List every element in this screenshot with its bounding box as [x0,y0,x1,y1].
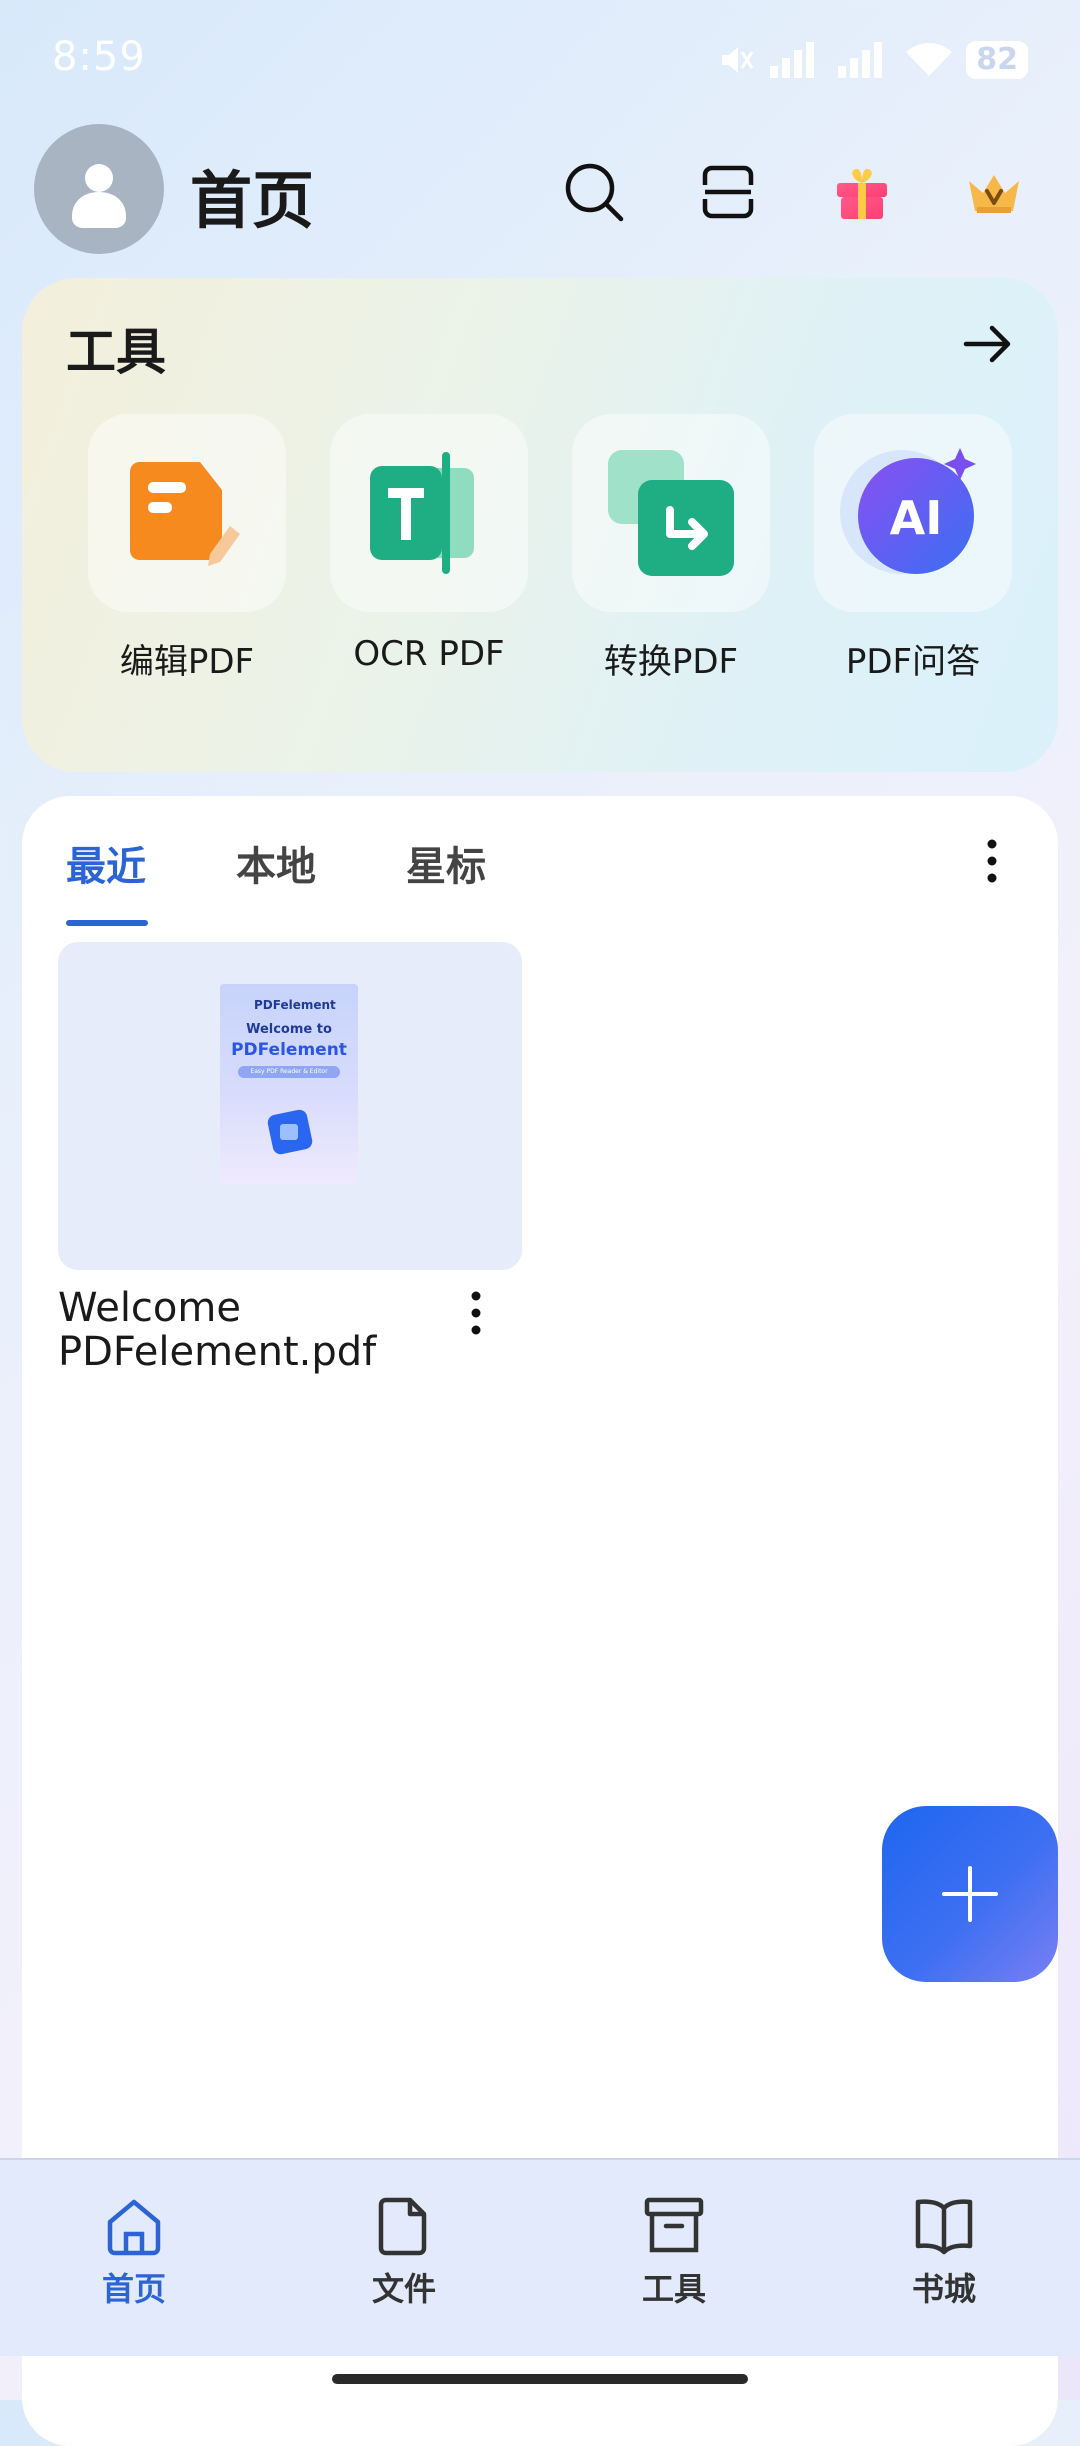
tool-ocr-pdf[interactable] [330,414,528,612]
tool-label-convert: 转换PDF [603,642,739,682]
tool-edit-pdf[interactable] [88,414,286,612]
file-name[interactable]: Welcome PDFelement.pdf [58,1286,438,1374]
nav-home[interactable]: 首页 [54,2194,214,2310]
tools-more-button[interactable] [960,316,1016,376]
nav-tools-label: 工具 [641,2270,706,2308]
ocr-pdf-icon [370,452,474,574]
page-title: 首页 [190,164,315,237]
add-button[interactable] [882,1806,1058,1982]
edit-pdf-icon [130,462,240,566]
gift-icon [837,168,887,219]
status-bar: 8:59 82 [0,0,1080,120]
nav-files[interactable]: 文件 [324,2194,484,2310]
cover-line2: PDFelement [231,1040,347,1060]
nav-home-label: 首页 [101,2270,166,2308]
gesture-bar [332,2374,748,2384]
cover-line1: Welcome to [246,1022,332,1037]
signal-icon-2 [838,42,883,78]
mute-icon [722,47,754,73]
status-time: 8:59 [52,34,146,80]
battery-level: 82 [966,41,1028,79]
tab-recent[interactable]: 最近 [66,834,146,892]
file-thumbnail[interactable]: PDFelement Welcome to PDFelement Easy PD… [58,942,522,1270]
more-vertical-icon [987,839,997,883]
signal-icon [770,42,815,78]
ai-pdf-icon: AI [840,448,976,574]
tool-ai-pdf[interactable]: AI [814,414,1012,612]
tools-title: 工具 [66,323,166,381]
svg-text:AI: AI [890,491,943,545]
tab-local[interactable]: 本地 [236,834,316,892]
file-more-button[interactable] [458,1288,494,1342]
file-name-line2: PDFelement.pdf [58,1329,377,1375]
search-button[interactable] [560,158,628,226]
tab-starred[interactable]: 星标 [406,834,486,892]
nav-files-label: 文件 [371,2270,436,2308]
cover-tag: Easy PDF Reader & Editor [238,1066,340,1078]
tool-convert-pdf[interactable] [572,414,770,612]
scan-icon [702,165,754,219]
user-icon [72,164,126,228]
file-name-line1: Welcome [58,1285,241,1331]
tab-indicator [66,920,148,926]
nav-bookstore[interactable]: 书城 [864,2194,1024,2310]
cover-brand: PDFelement [254,998,336,1012]
vip-button[interactable] [960,158,1028,226]
avatar[interactable] [34,124,164,254]
tool-label-edit: 编辑PDF [119,642,255,682]
plus-icon [942,1866,998,1922]
tool-label-ai: PDF问答 [845,642,981,682]
search-icon [565,163,624,222]
wifi-icon [906,43,953,76]
arrow-right-icon [963,325,1011,363]
open-book-icon [915,2199,973,2255]
nav-tools[interactable]: 工具 [594,2194,754,2310]
home-icon [107,2199,161,2256]
list-more-button[interactable] [974,836,1010,890]
nav-bookstore-label: 书城 [911,2270,976,2308]
gift-button[interactable] [828,158,896,226]
crown-icon [969,175,1019,213]
pdfelement-logo-icon [267,1109,313,1155]
status-icons: 82 [716,38,1028,82]
tool-label-ocr: OCR PDF [353,634,505,674]
scan-button[interactable] [694,158,762,226]
pdf-cover: PDFelement Welcome to PDFelement Easy PD… [220,984,358,1184]
convert-pdf-icon [608,450,734,576]
archive-box-icon [644,2197,704,2253]
more-vertical-icon [471,1291,481,1335]
file-icon [378,2197,427,2256]
